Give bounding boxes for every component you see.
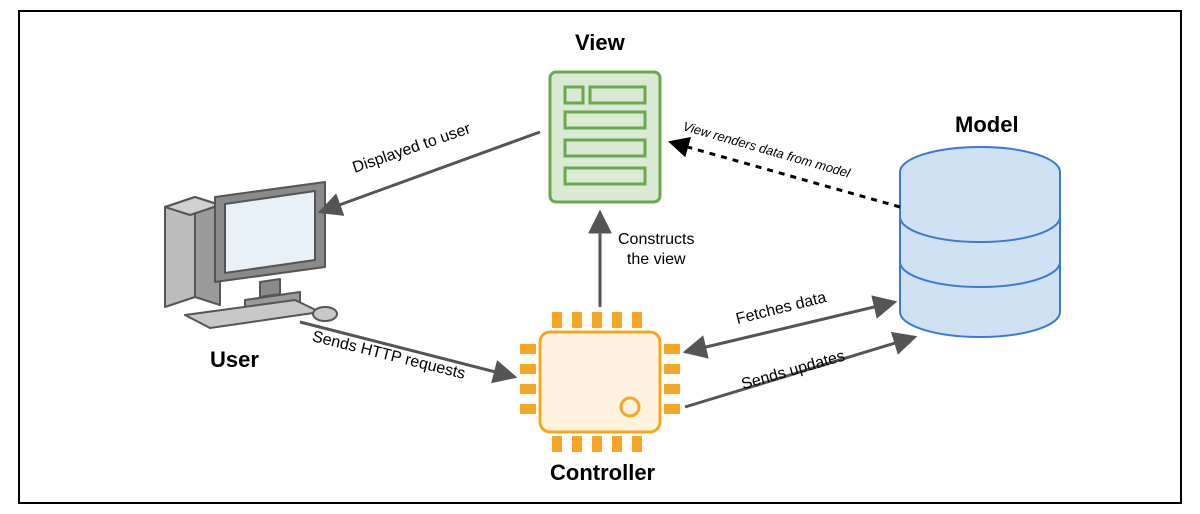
view-icon xyxy=(550,72,660,202)
user-icon xyxy=(165,182,337,328)
model-label: Model xyxy=(955,112,1019,138)
edge-label-constructs: Constructs the view xyxy=(618,230,694,270)
view-label: View xyxy=(575,30,625,56)
controller-icon xyxy=(520,312,680,452)
user-label: User xyxy=(210,347,259,373)
diagram-frame: View Model User Controller Displayed to … xyxy=(18,10,1182,504)
model-icon xyxy=(900,147,1060,337)
controller-label: Controller xyxy=(550,460,655,486)
